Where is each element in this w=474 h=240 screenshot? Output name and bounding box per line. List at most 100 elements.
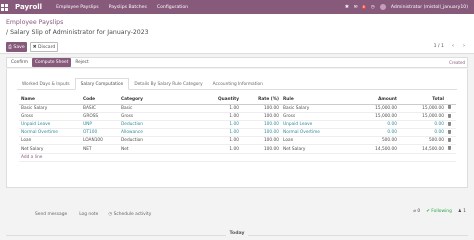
- cell-amount[interactable]: 0.00: [341, 128, 399, 138]
- cell-rate[interactable]: 100.00: [241, 104, 281, 113]
- cell-rule[interactable]: Normal Overtime: [281, 128, 341, 138]
- col-total[interactable]: Total: [399, 95, 446, 105]
- col-rule[interactable]: Rule: [281, 95, 341, 105]
- user-menu[interactable]: Administrator (mistoll_january10): [391, 5, 468, 10]
- table-row[interactable]: Loan LOAN100 Deduction 1.00 100.00 Loan 500.00…: [19, 136, 456, 146]
- cell-code[interactable]: NET: [81, 144, 119, 154]
- save-button[interactable]: ⎙ Save: [6, 42, 27, 52]
- cell-amount[interactable]: 15,000.00: [341, 112, 399, 121]
- trash-icon[interactable]: [448, 138, 451, 143]
- top-navbar: Payroll Employee Payslips Payslips Batch…: [0, 0, 474, 14]
- form-sheet: Worked Days & Inputs Salary Computation …: [6, 69, 468, 188]
- cell-rate[interactable]: 100.00: [241, 136, 281, 146]
- chat-icon[interactable]: ✉: [354, 5, 358, 10]
- cell-name[interactable]: Loan: [19, 136, 81, 146]
- cell-total[interactable]: 15,000.00: [399, 104, 446, 113]
- table-row[interactable]: Gross GROSS Gross 1.00 100.00 Gross 15,000.00 1…: [19, 112, 456, 121]
- menu-payslips-batches[interactable]: Payslips Batches: [109, 5, 147, 10]
- cell-rule[interactable]: Loan: [281, 136, 341, 146]
- app-title[interactable]: Payroll: [15, 3, 42, 11]
- cell-quantity[interactable]: 1.00: [175, 112, 241, 121]
- pager-value[interactable]: 1 / 1: [434, 44, 444, 49]
- tab-accounting-information[interactable]: Accounting Information: [208, 78, 268, 90]
- cell-total[interactable]: 0.00: [399, 120, 446, 130]
- cell-quantity[interactable]: 1.00: [175, 104, 241, 113]
- cell-name[interactable]: Unpaid Leave: [19, 120, 81, 130]
- cell-code[interactable]: UNP: [81, 120, 119, 130]
- pager-next-icon[interactable]: ›: [463, 43, 465, 49]
- col-name[interactable]: Name: [19, 95, 81, 105]
- cell-total[interactable]: 500.00: [399, 136, 446, 146]
- trash-icon[interactable]: [448, 121, 451, 126]
- followers-button[interactable]: ♟ 1: [458, 209, 466, 214]
- cell-code[interactable]: GROSS: [81, 112, 119, 121]
- cell-name[interactable]: Normal Overtime: [19, 128, 81, 138]
- tab-salary-computation[interactable]: Salary Computation: [74, 78, 130, 90]
- cell-rule[interactable]: Basic Salary: [281, 104, 341, 113]
- col-rate[interactable]: Rate (%): [241, 95, 281, 105]
- bug-icon[interactable]: ✱: [345, 5, 349, 10]
- schedule-activity-button[interactable]: ◷ Schedule activity: [108, 212, 151, 217]
- cell-rate[interactable]: 100.00: [241, 112, 281, 121]
- cell-category[interactable]: Net: [119, 144, 175, 154]
- following-button[interactable]: ✔ Following: [426, 209, 452, 214]
- table-row[interactable]: Normal Overtime OT100 Allowance 1.00 100.00 N…: [19, 128, 456, 138]
- cell-category[interactable]: Gross: [119, 112, 175, 121]
- confirm-button[interactable]: Confirm: [8, 58, 31, 67]
- reject-button[interactable]: Reject: [72, 58, 91, 67]
- cell-amount[interactable]: 14,500.00: [341, 144, 399, 154]
- log-note-button[interactable]: Log note: [79, 212, 98, 217]
- cell-amount[interactable]: 0.00: [341, 120, 399, 130]
- cell-category[interactable]: Deduction: [119, 120, 175, 130]
- trash-icon[interactable]: [448, 129, 451, 134]
- cell-rate[interactable]: 100.00: [241, 144, 281, 154]
- tab-worked-days[interactable]: Worked Days & Inputs: [17, 78, 75, 90]
- cell-total[interactable]: 15,000.00: [399, 112, 446, 121]
- cell-quantity[interactable]: 1.00: [175, 120, 241, 130]
- cell-quantity[interactable]: 1.00: [175, 128, 241, 138]
- breadcrumb-parent[interactable]: Employee Payslips: [6, 19, 63, 26]
- apps-menu-icon[interactable]: [1, 3, 9, 11]
- col-code[interactable]: Code: [81, 95, 119, 105]
- table-row[interactable]: Net Salary NET Net 1.00 100.00 Net Salary 14,5…: [19, 144, 456, 154]
- cell-code[interactable]: OT100: [81, 128, 119, 138]
- trash-icon[interactable]: [448, 146, 451, 151]
- tab-details-by-category[interactable]: Details By Salary Rule Category: [129, 78, 207, 90]
- cell-category[interactable]: Deduction: [119, 136, 175, 146]
- table-row[interactable]: Basic Salary BASIC Basic 1.00 100.00 Basic Sa…: [19, 104, 456, 113]
- col-category[interactable]: Category: [119, 95, 175, 105]
- trash-icon[interactable]: [448, 113, 451, 118]
- add-line-link[interactable]: Add a line: [21, 155, 42, 160]
- cell-quantity[interactable]: 1.00: [175, 136, 241, 146]
- cell-category[interactable]: Allowance: [119, 128, 175, 138]
- cell-total[interactable]: 14,500.00: [399, 144, 446, 154]
- menu-employee-payslips[interactable]: Employee Payslips: [56, 5, 99, 10]
- cell-rate[interactable]: 100.00: [241, 128, 281, 138]
- cell-rule[interactable]: Unpaid Leave: [281, 120, 341, 130]
- table-row[interactable]: Unpaid Leave UNP Deduction 1.00 100.00 Unpaid…: [19, 120, 456, 130]
- cell-rate[interactable]: 100.00: [241, 120, 281, 130]
- cell-code[interactable]: BASIC: [81, 104, 119, 113]
- menu-configuration[interactable]: Configuration: [157, 5, 188, 10]
- discard-button[interactable]: ✖ Discard: [30, 42, 58, 52]
- cell-name[interactable]: Basic Salary: [19, 104, 81, 113]
- cell-quantity[interactable]: 1.00: [175, 144, 241, 154]
- compute-sheet-button[interactable]: Compute Sheet: [31, 58, 72, 67]
- cell-category[interactable]: Basic: [119, 104, 175, 113]
- cell-name[interactable]: Net Salary: [19, 144, 81, 154]
- cell-amount[interactable]: 15,000.00: [341, 104, 399, 113]
- cell-rule[interactable]: Net Salary: [281, 144, 341, 154]
- trash-icon[interactable]: [448, 105, 451, 110]
- pager-prev-icon[interactable]: ‹: [452, 43, 454, 49]
- attachments-button[interactable]: ⌀ 0: [413, 209, 420, 214]
- cell-amount[interactable]: 500.00: [341, 136, 399, 146]
- cell-total[interactable]: 0.00: [399, 128, 446, 138]
- clock-icon[interactable]: ◷: [371, 5, 375, 10]
- col-quantity[interactable]: Quantity: [175, 95, 241, 105]
- col-amount[interactable]: Amount: [341, 95, 399, 105]
- cell-name[interactable]: Gross: [19, 112, 81, 121]
- user-avatar[interactable]: [379, 4, 386, 10]
- send-message-button[interactable]: Send message: [35, 212, 67, 217]
- cell-rule[interactable]: Gross: [281, 112, 341, 121]
- cell-code[interactable]: LOAN100: [81, 136, 119, 146]
